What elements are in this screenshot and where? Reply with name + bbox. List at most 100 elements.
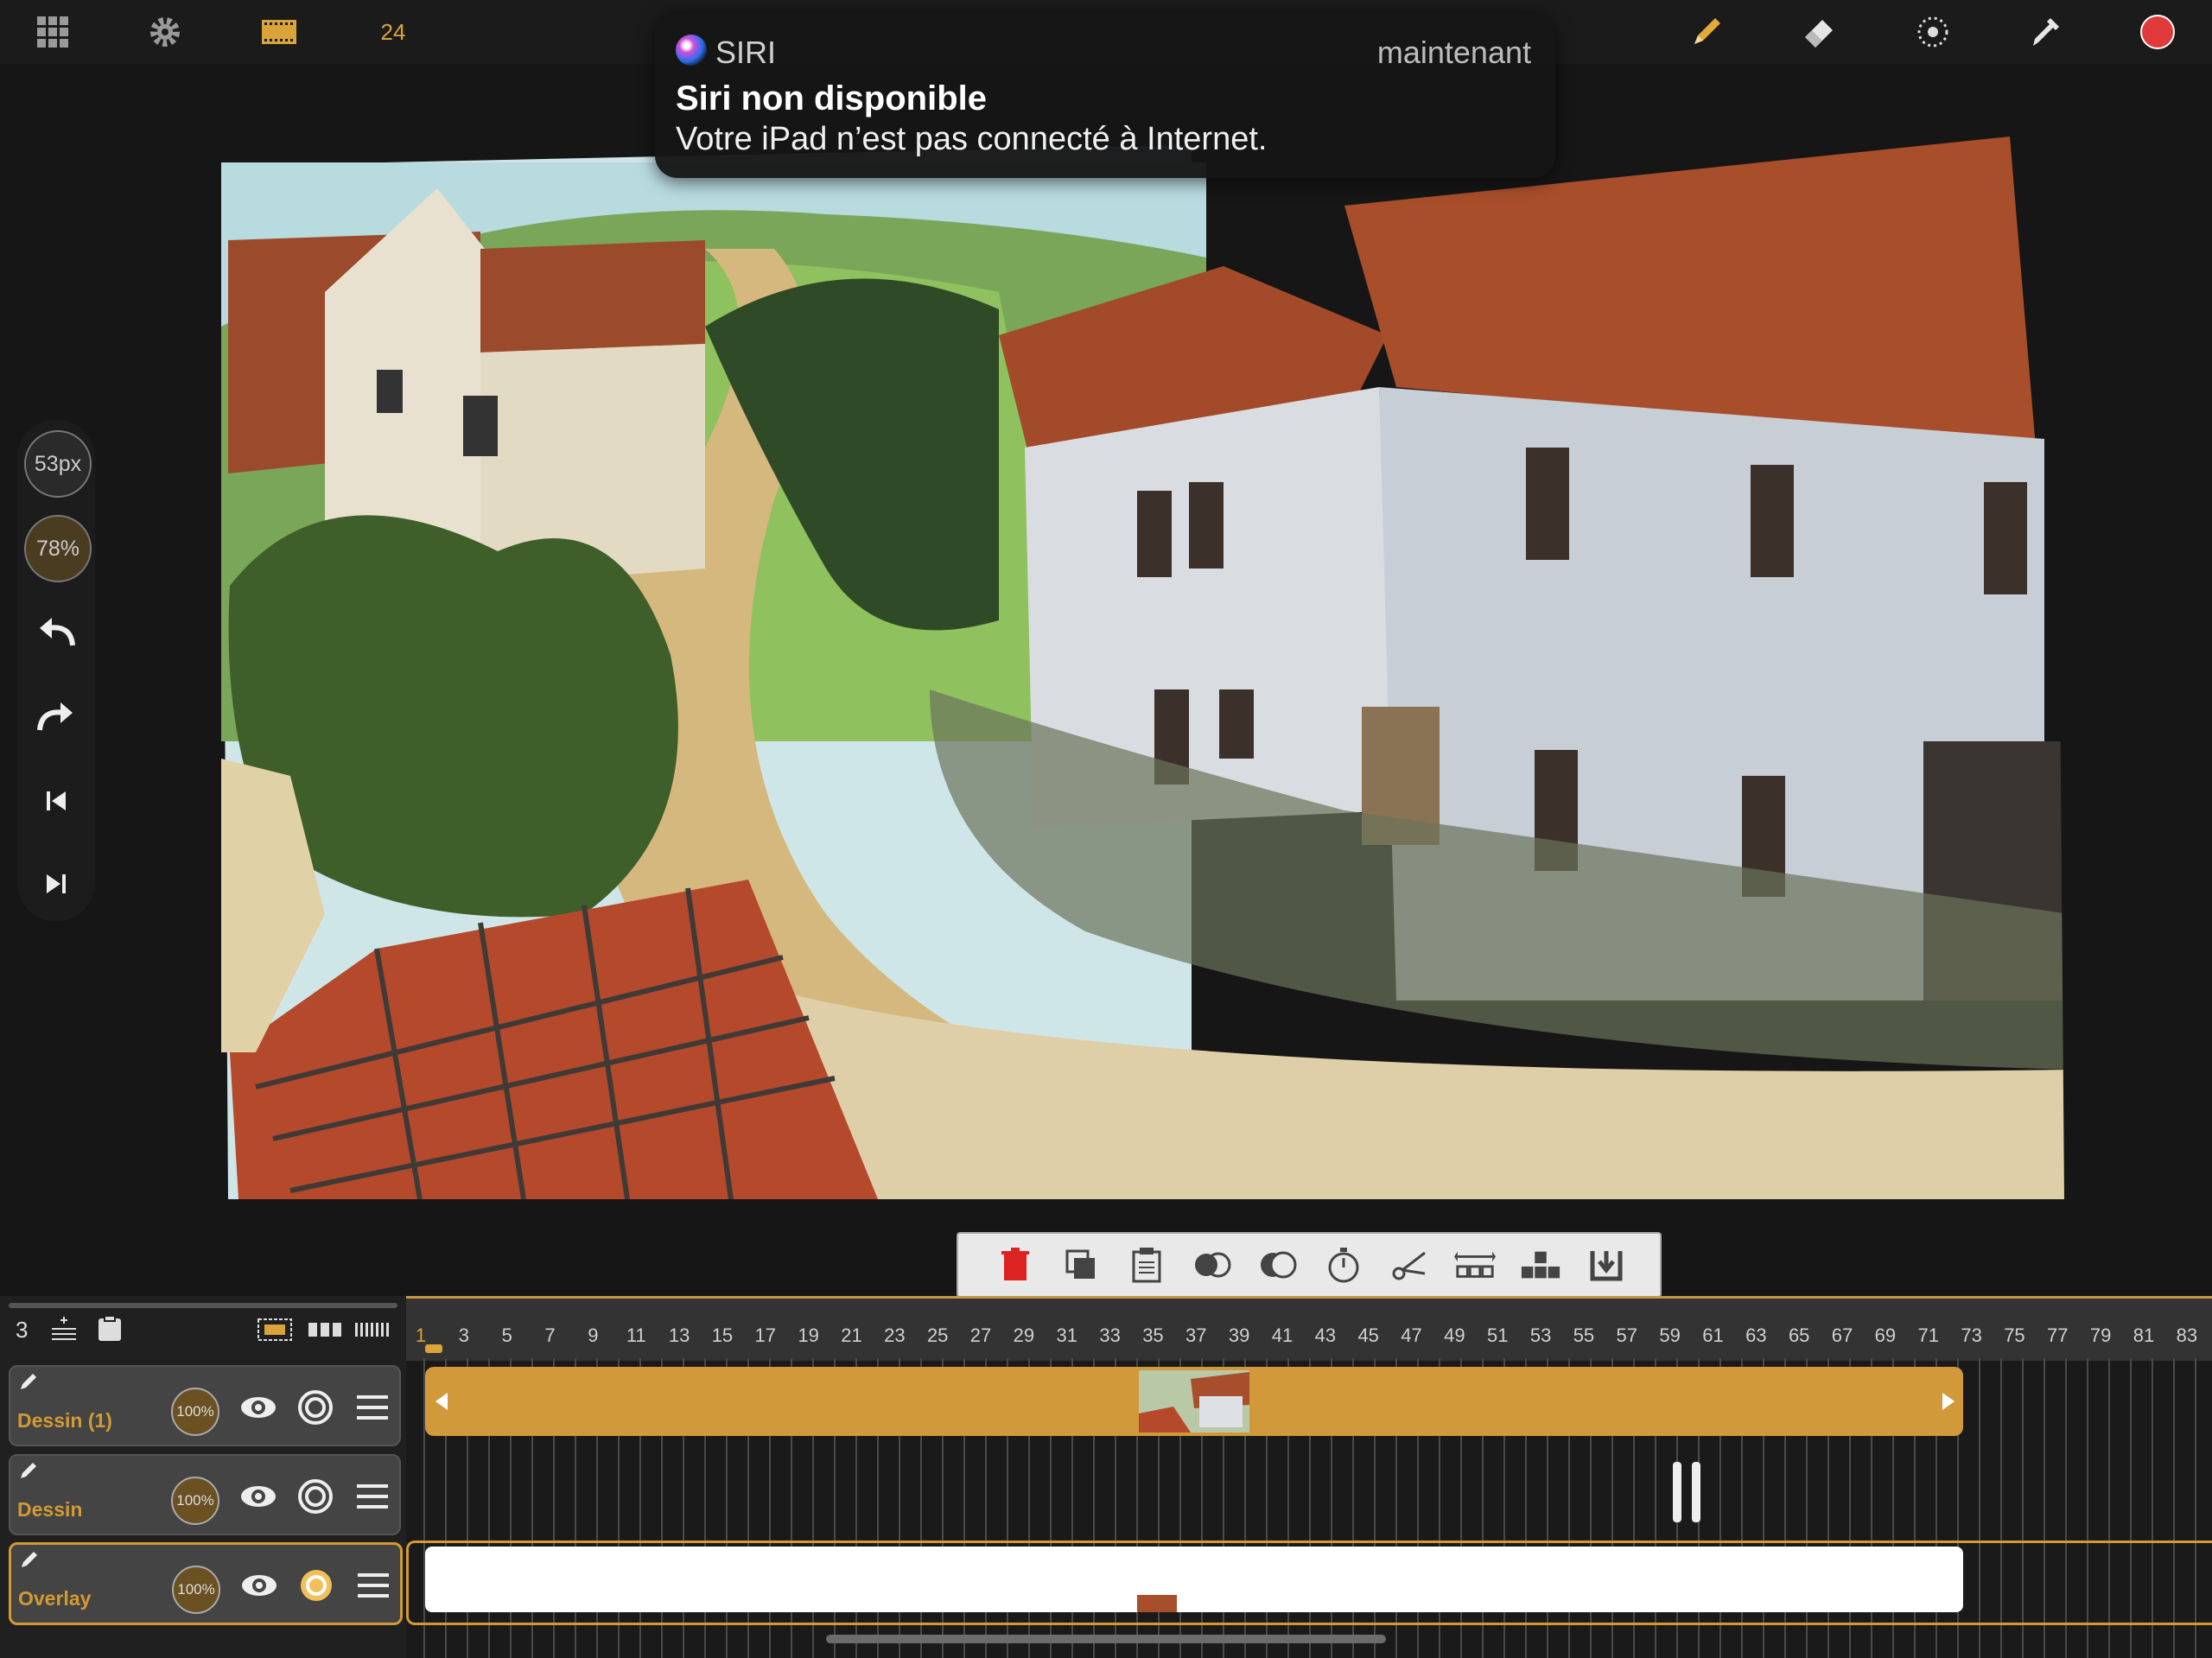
side-toolbar: 53px 78% — [17, 420, 95, 921]
frame-clip[interactable] — [425, 1367, 1963, 1436]
eraser-icon[interactable] — [1799, 12, 1839, 52]
pencil-icon[interactable] — [1687, 12, 1726, 52]
add-layer-icon[interactable] — [48, 1315, 79, 1347]
ruler-label: 41 — [1271, 1324, 1294, 1346]
ruler-label: 45 — [1357, 1324, 1379, 1346]
eye-icon[interactable] — [238, 1564, 281, 1607]
frame-view-compact-icon[interactable] — [354, 1320, 391, 1344]
ruler-label: 53 — [1529, 1324, 1552, 1346]
ruler-label: 43 — [1314, 1324, 1337, 1346]
previous-frame-icon[interactable] — [35, 779, 78, 823]
redo-icon[interactable] — [35, 695, 78, 738]
undo-icon[interactable] — [35, 610, 78, 653]
siri-notification[interactable]: SIRI maintenant Siri non disponible Votr… — [655, 12, 1555, 178]
onion-skin-toggle-icon[interactable] — [294, 1386, 337, 1429]
onion-skin-toggle-icon[interactable] — [294, 1475, 337, 1518]
ruler-label: 21 — [841, 1324, 862, 1346]
ruler-label: 13 — [668, 1324, 690, 1346]
timeline-zoom-slider[interactable] — [9, 1303, 397, 1308]
ruler-label: 17 — [754, 1324, 777, 1346]
frame-view-single-icon[interactable] — [257, 1318, 292, 1345]
fps-label[interactable]: 24 — [373, 12, 413, 52]
ruler-label: 9 — [588, 1324, 599, 1346]
layer-menu-icon[interactable] — [352, 1564, 395, 1607]
notification-title: Siri non disponible — [676, 79, 987, 118]
layer-count: 3 — [16, 1317, 29, 1343]
layer-opacity[interactable]: 100% — [171, 1388, 219, 1436]
ruler-label: 5 — [501, 1324, 512, 1346]
eyedropper-icon[interactable] — [2025, 12, 2065, 52]
ruler-label: 49 — [1444, 1324, 1465, 1346]
ruler-label: 1 — [415, 1324, 427, 1346]
clip-right-handle-icon — [1942, 1393, 1955, 1410]
ruler-label: 27 — [969, 1324, 992, 1346]
layer-menu-icon[interactable] — [351, 1386, 394, 1429]
layer-row-selected[interactable]: Overlay 100% — [9, 1542, 403, 1625]
layer-name: Dessin (1) — [17, 1409, 112, 1432]
layer-opacity[interactable]: 100% — [172, 1566, 220, 1614]
duplicate-icon[interactable] — [1060, 1244, 1102, 1286]
smudge-icon[interactable] — [1913, 12, 1953, 52]
ruler-label: 25 — [926, 1324, 949, 1346]
ruler-label: 3 — [458, 1324, 469, 1346]
layer-row[interactable]: Dessin (1) 100% — [9, 1365, 401, 1446]
home-indicator[interactable] — [826, 1635, 1386, 1643]
ruler-label: 71 — [1917, 1324, 1939, 1346]
onion-skin-icon[interactable] — [1192, 1244, 1233, 1286]
ruler-label: 69 — [1874, 1324, 1897, 1346]
notification-body: Votre iPad n’est pas connecté à Internet… — [676, 121, 1268, 157]
stretch-frames-icon[interactable] — [1454, 1244, 1496, 1286]
next-frame-icon[interactable] — [35, 862, 78, 905]
gear-icon[interactable] — [145, 12, 185, 52]
pencil-icon — [19, 1372, 38, 1395]
ruler-label: 75 — [2004, 1324, 2025, 1346]
eye-icon[interactable] — [237, 1475, 280, 1518]
merge-down-icon[interactable] — [1586, 1244, 1627, 1286]
grid-icon[interactable] — [33, 12, 73, 52]
scissors-icon[interactable] — [1389, 1244, 1430, 1286]
frame-ruler[interactable]: 1 3 5 7 9 11 13 15 17 19 21 23 25 27 29 31 33 35 37 39 41 43 4… — [406, 1296, 2212, 1361]
layer-name: Overlay — [18, 1587, 92, 1610]
layer-row[interactable]: Dessin 100% — [9, 1454, 401, 1535]
ruler-label: 79 — [2089, 1324, 2112, 1346]
ruler-label: 35 — [1142, 1324, 1164, 1346]
ruler-label: 57 — [1616, 1324, 1638, 1346]
brush-opacity-control[interactable]: 78% — [24, 515, 92, 582]
ruler-label: 47 — [1401, 1324, 1422, 1346]
ruler-label: 15 — [711, 1324, 734, 1346]
ruler-label: 55 — [1573, 1324, 1595, 1346]
ruler-label: 59 — [1659, 1324, 1681, 1346]
film-icon[interactable] — [259, 12, 299, 52]
ruler-label: 31 — [1056, 1324, 1077, 1346]
ruler-label: 23 — [884, 1324, 906, 1346]
blend-icon[interactable] — [1257, 1244, 1299, 1286]
paste-icon[interactable] — [1126, 1244, 1167, 1286]
stopwatch-icon[interactable] — [1323, 1244, 1364, 1286]
clipboard-icon[interactable] — [97, 1315, 123, 1347]
ruler-label: 11 — [626, 1324, 646, 1346]
clip-left-handle-icon — [435, 1393, 448, 1410]
ruler-label: 63 — [1745, 1324, 1767, 1346]
ruler-label: 81 — [2133, 1324, 2155, 1346]
overlay-clip[interactable] — [425, 1547, 1963, 1612]
layer-menu-icon[interactable] — [351, 1475, 394, 1518]
drawing-canvas[interactable] — [221, 137, 2070, 1199]
frame-view-medium-icon[interactable] — [308, 1320, 342, 1344]
eye-icon[interactable] — [237, 1386, 280, 1429]
onion-skin-toggle-icon[interactable] — [295, 1564, 338, 1607]
ruler-label: 61 — [1702, 1324, 1724, 1346]
ruler-label: 29 — [1013, 1324, 1035, 1346]
playhead[interactable] — [425, 1344, 442, 1353]
color-swatch-icon[interactable] — [2138, 12, 2177, 52]
ruler-label: 7 — [544, 1324, 556, 1346]
ruler-label: 19 — [798, 1324, 819, 1346]
trash-icon[interactable] — [995, 1244, 1036, 1286]
pencil-icon — [20, 1550, 39, 1573]
layer-opacity[interactable]: 100% — [171, 1477, 219, 1525]
pause-icon[interactable] — [1669, 1460, 1704, 1524]
brush-size-control[interactable]: 53px — [24, 430, 92, 498]
arrange-frames-icon[interactable] — [1520, 1244, 1561, 1286]
ruler-label: 83 — [2176, 1324, 2198, 1346]
ruler-label: 51 — [1487, 1324, 1509, 1346]
frame-actions-toolbar — [957, 1232, 1662, 1298]
